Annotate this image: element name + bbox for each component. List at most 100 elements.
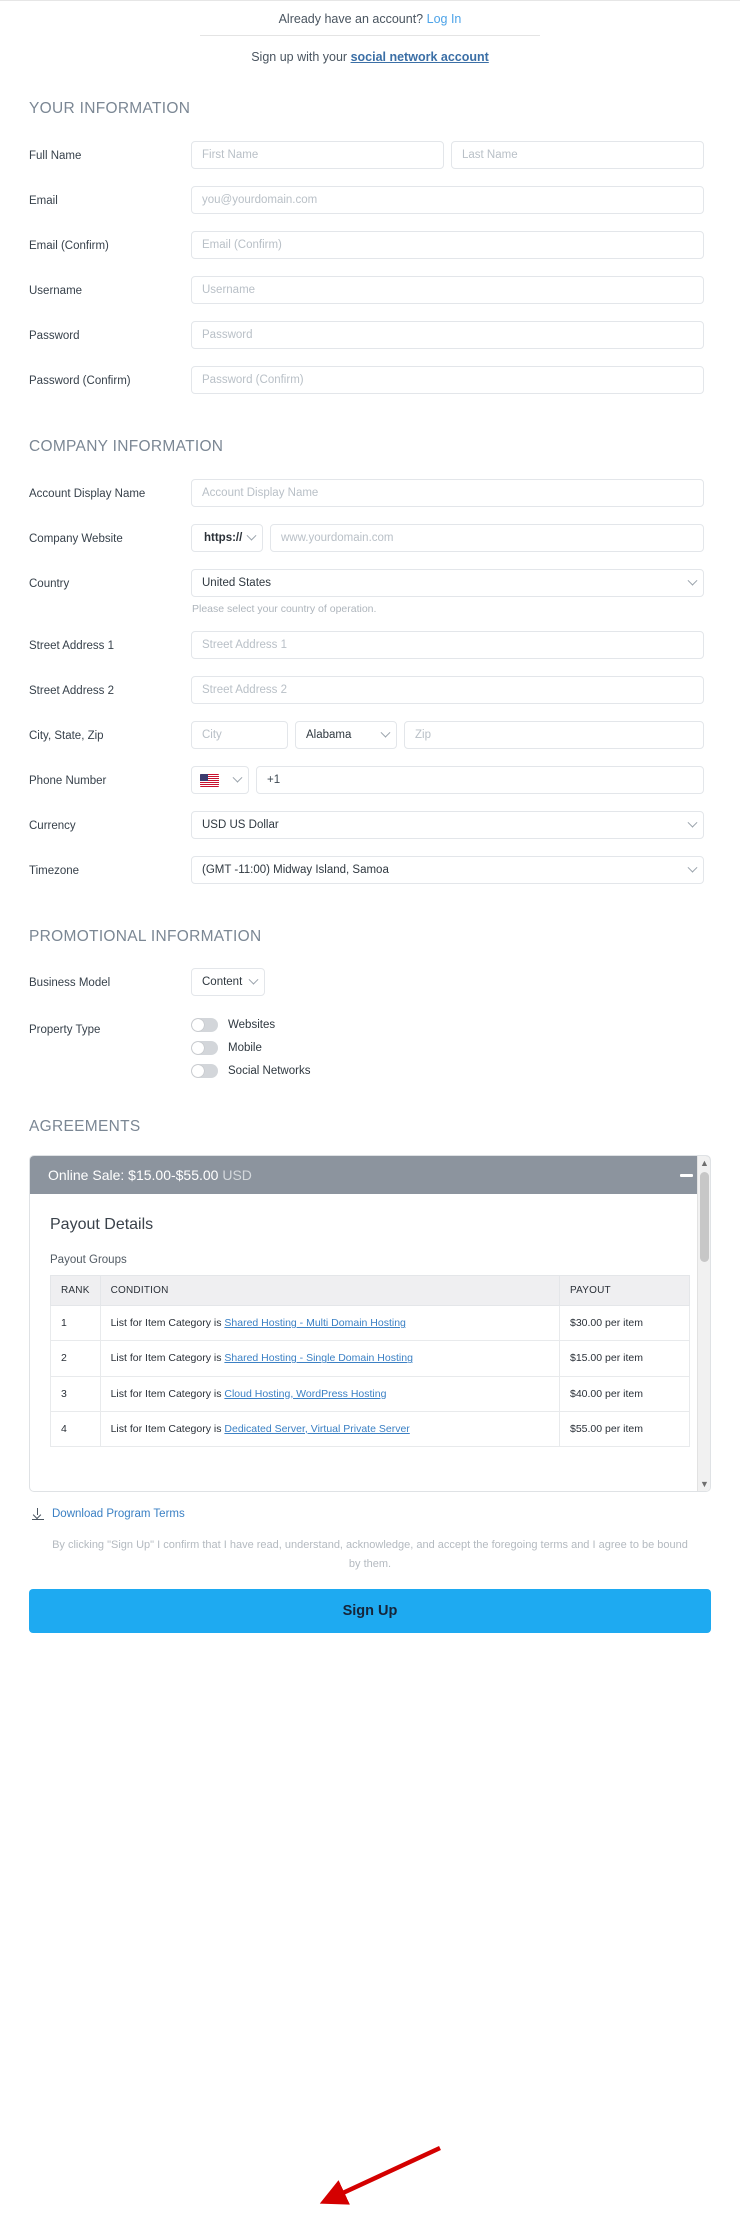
scroll-up-icon[interactable]: ▲ [698,1156,710,1170]
payout-table-header-row: RANK CONDITION PAYOUT [50,1275,690,1306]
toggle-label-websites: Websites [228,1019,276,1031]
scroll-down-icon[interactable]: ▼ [698,1477,710,1491]
chevron-down-icon [380,727,391,738]
field-row-company-website: Company Website https:// [0,524,740,552]
chevron-down-icon [248,974,259,985]
sign-up-button[interactable]: Sign Up [29,1589,711,1634]
agreement-panel-header[interactable]: Online Sale: $15.00-$55.00 USD [30,1156,710,1194]
field-row-account-display-name: Account Display Name [0,479,740,507]
toggle-label-social-networks: Social Networks [228,1065,311,1077]
protocol-select-value: https:// [204,532,243,544]
property-type-toggle-list: Websites Mobile Social Networks [191,1015,310,1078]
street-address-1-input[interactable] [191,631,704,659]
column-header-payout: PAYOUT [559,1275,690,1306]
cell-rank: 2 [50,1340,101,1377]
agreement-panel-body: Payout Details Payout Groups RANK CONDIT… [30,1194,710,1448]
signup-button-wrap: Sign Up [0,1573,740,1634]
us-flag-icon [200,773,219,787]
property-type-social-networks[interactable]: Social Networks [191,1064,310,1078]
social-network-account-link[interactable]: social network account [351,50,489,64]
field-row-username: Username [0,276,740,304]
state-select[interactable]: Alabama [295,721,397,749]
label-street-address-1: Street Address 1 [29,640,115,652]
toggle-switch-websites[interactable] [191,1018,218,1032]
download-program-terms-link[interactable]: Download Program Terms [52,1508,185,1520]
existing-account-text: Already have an account? [278,12,424,26]
cell-rank: 1 [50,1304,101,1342]
company-website-input[interactable] [270,524,704,552]
business-model-select[interactable]: Content [191,968,266,996]
field-row-email: Email [0,186,740,214]
chevron-down-icon [232,772,243,783]
field-row-business-model: Business Model Content [0,968,740,996]
country-hint: Please select your country of operation. [192,603,377,615]
agreement-panel-scrollbar[interactable]: ▲ ▼ [697,1156,710,1491]
social-signup-prefix: Sign up with your [251,50,351,64]
agreement-panel: Online Sale: $15.00-$55.00 USD Payout De… [29,1155,711,1492]
table-row: 1 List for Item Category is Shared Hosti… [50,1304,690,1342]
label-street-address-2: Street Address 2 [29,685,115,697]
field-row-street-address-1: Street Address 1 [0,631,740,659]
login-link[interactable]: Log In [427,12,462,26]
property-type-websites[interactable]: Websites [191,1018,310,1032]
street-address-2-input[interactable] [191,676,704,704]
agreement-panel-title: Online Sale: $15.00-$55.00 [48,1167,219,1183]
label-city-state-zip: City, State, Zip [29,730,104,742]
field-row-password: Password [0,321,740,349]
condition-link[interactable]: Cloud Hosting, WordPress Hosting [224,1388,386,1400]
terms-disclaimer: By clicking "Sign Up" I confirm that I h… [52,1539,688,1570]
payout-table: RANK CONDITION PAYOUT 1 List for Item Ca… [50,1275,690,1448]
condition-link[interactable]: Shared Hosting - Multi Domain Hosting [224,1317,406,1329]
protocol-select[interactable]: https:// [191,524,263,552]
label-email-confirm: Email (Confirm) [29,240,109,252]
condition-prefix: List for Item Category is [110,1387,225,1400]
password-input[interactable] [191,321,704,349]
email-input[interactable] [191,186,704,214]
collapse-icon[interactable] [680,1173,693,1177]
country-select[interactable]: United States [191,569,704,597]
header-divider [200,35,540,36]
toggle-switch-social-networks[interactable] [191,1064,218,1078]
cell-payout: $30.00 per item [559,1304,690,1342]
scrollbar-thumb[interactable] [700,1172,709,1262]
chevron-down-icon [687,862,698,873]
toggle-switch-mobile[interactable] [191,1041,218,1055]
download-program-terms-row[interactable]: Download Program Terms [0,1492,740,1520]
phone-country-select[interactable] [191,766,249,794]
download-icon [32,1508,44,1520]
property-type-mobile[interactable]: Mobile [191,1041,310,1055]
section-title-promotional-information: PROMOTIONAL INFORMATION [29,928,262,945]
label-timezone: Timezone [29,865,80,877]
state-select-value: Alabama [306,729,352,741]
phone-number-input[interactable] [256,766,704,794]
city-input[interactable] [191,721,288,749]
label-property-type: Property Type [29,1024,101,1036]
zip-input[interactable] [404,721,704,749]
label-password-confirm: Password (Confirm) [29,375,131,387]
payout-groups-label: Payout Groups [50,1254,127,1266]
annotation-arrow [319,2145,441,2205]
condition-link[interactable]: Shared Hosting - Single Domain Hosting [224,1352,413,1364]
field-row-phone-number: Phone Number [0,766,740,794]
condition-link[interactable]: Dedicated Server, Virtual Private Server [224,1423,409,1435]
first-name-input[interactable] [191,141,444,169]
column-header-rank: RANK [50,1275,101,1306]
label-phone-number: Phone Number [29,775,107,787]
currency-select[interactable]: USD US Dollar [191,811,704,839]
password-confirm-input[interactable] [191,366,704,394]
timezone-select[interactable]: (GMT -11:00) Midway Island, Samoa [191,856,704,884]
last-name-input[interactable] [451,141,704,169]
table-row: 2 List for Item Category is Shared Hosti… [50,1340,690,1377]
section-title-company-information: COMPANY INFORMATION [29,438,224,455]
field-row-password-confirm: Password (Confirm) [0,366,740,394]
label-currency: Currency [29,820,76,832]
column-header-condition: CONDITION [99,1275,561,1306]
label-email: Email [29,195,58,207]
condition-prefix: List for Item Category is [110,1422,225,1435]
field-row-country: Country United States Please select your… [0,569,740,615]
chevron-down-icon [246,530,257,541]
account-display-name-input[interactable] [191,479,704,507]
cell-condition: List for Item Category is Dedicated Serv… [99,1410,561,1448]
email-confirm-input[interactable] [191,231,704,259]
username-input[interactable] [191,276,704,304]
